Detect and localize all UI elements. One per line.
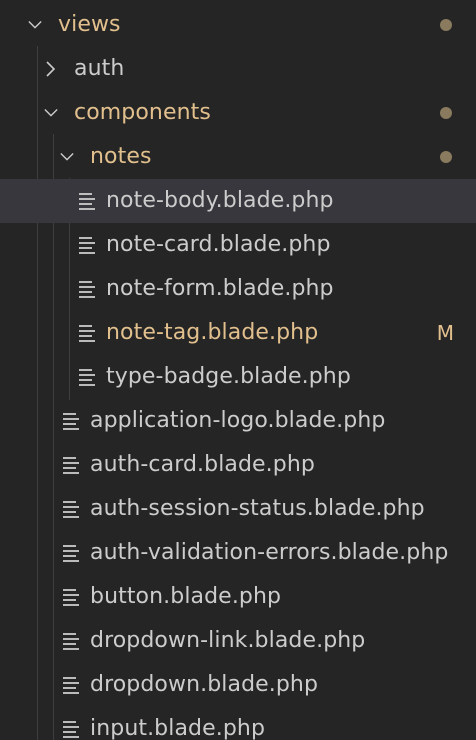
- lines-file-icon: [62, 455, 80, 475]
- lines-file-icon: [62, 631, 80, 651]
- lines-file-icon: [78, 323, 96, 343]
- lines-file-icon: [62, 719, 80, 739]
- file-label: application-logo.blade.php: [90, 408, 386, 433]
- file-item[interactable]: note-card.blade.php: [0, 223, 476, 267]
- file-label: note-form.blade.php: [106, 276, 334, 301]
- file-item[interactable]: button.blade.php: [0, 575, 476, 619]
- file-label: auth-session-status.blade.php: [90, 496, 425, 521]
- file-item[interactable]: note-body.blade.php: [0, 179, 476, 223]
- file-label: input.blade.php: [90, 716, 266, 740]
- file-label: dropdown.blade.php: [90, 672, 319, 697]
- file-item[interactable]: application-logo.blade.php: [0, 399, 476, 443]
- chevron-down-icon: [44, 102, 58, 124]
- folder-auth[interactable]: auth: [0, 47, 476, 91]
- lines-file-icon: [78, 235, 96, 255]
- file-item[interactable]: dropdown.blade.php: [0, 663, 476, 707]
- chevron-right-icon: [44, 58, 58, 80]
- folder-label: views: [58, 12, 121, 37]
- lines-file-icon: [62, 587, 80, 607]
- chevron-down-icon: [28, 14, 42, 36]
- changes-dot: [440, 19, 452, 31]
- file-label: auth-validation-errors.blade.php: [90, 540, 449, 565]
- file-label: button.blade.php: [90, 584, 282, 609]
- chevron-down-icon: [60, 146, 74, 168]
- file-explorer-tree: views auth components notes note-body.bl…: [0, 0, 476, 740]
- file-label: type-badge.blade.php: [106, 364, 351, 389]
- folder-notes[interactable]: notes: [0, 135, 476, 179]
- lines-file-icon: [78, 279, 96, 299]
- file-label: note-body.blade.php: [106, 188, 334, 213]
- folder-label: auth: [74, 56, 125, 81]
- file-label: note-tag.blade.php: [106, 320, 319, 345]
- file-item[interactable]: auth-session-status.blade.php: [0, 487, 476, 531]
- changes-dot: [440, 151, 452, 163]
- file-label: note-card.blade.php: [106, 232, 331, 257]
- file-item-modified[interactable]: note-tag.blade.php M: [0, 311, 476, 355]
- lines-file-icon: [62, 543, 80, 563]
- lines-file-icon: [78, 367, 96, 387]
- folder-label: components: [74, 100, 211, 125]
- file-item[interactable]: type-badge.blade.php: [0, 355, 476, 399]
- lines-file-icon: [78, 191, 96, 211]
- file-item[interactable]: auth-card.blade.php: [0, 443, 476, 487]
- file-label: dropdown-link.blade.php: [90, 628, 366, 653]
- changes-dot: [440, 107, 452, 119]
- folder-components[interactable]: components: [0, 91, 476, 135]
- folder-views[interactable]: views: [0, 3, 476, 47]
- file-item[interactable]: input.blade.php: [0, 707, 476, 740]
- lines-file-icon: [62, 411, 80, 431]
- file-label: auth-card.blade.php: [90, 452, 315, 477]
- folder-label: notes: [90, 144, 152, 169]
- modified-badge: M: [436, 321, 454, 345]
- file-item[interactable]: auth-validation-errors.blade.php: [0, 531, 476, 575]
- file-item[interactable]: dropdown-link.blade.php: [0, 619, 476, 663]
- file-item[interactable]: note-form.blade.php: [0, 267, 476, 311]
- lines-file-icon: [62, 499, 80, 519]
- lines-file-icon: [62, 675, 80, 695]
